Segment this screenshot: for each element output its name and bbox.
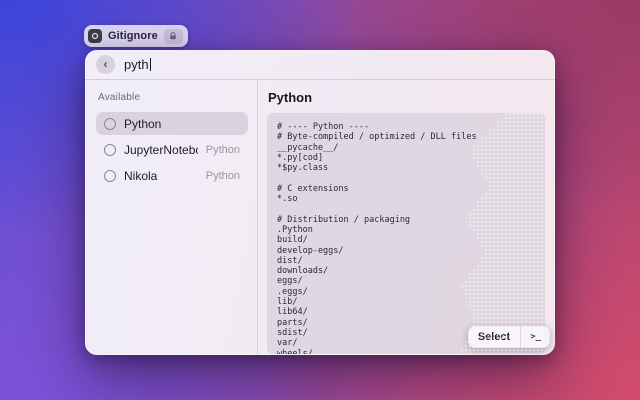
- gitignore-extension-icon: [88, 29, 102, 43]
- radio-unchecked-icon[interactable]: [104, 118, 116, 130]
- list-item-nikola[interactable]: Nikola Python: [96, 164, 248, 187]
- gitignore-window: ‹ pyth Available Python JupyterNotebooks…: [85, 50, 555, 355]
- chip-title: Gitignore: [108, 30, 158, 42]
- list-item-label: JupyterNotebooks: [124, 143, 198, 157]
- search-input[interactable]: pyth: [124, 57, 151, 72]
- chevron-left-icon: ‹: [104, 58, 108, 70]
- section-label: Available: [98, 92, 248, 103]
- lock-icon: [164, 29, 183, 44]
- search-input-value: pyth: [124, 57, 149, 72]
- list-item-python[interactable]: Python: [96, 112, 248, 135]
- list-item-label: Python: [124, 117, 232, 131]
- preview-panel: Python # ---- Python ---- # Byte-compile…: [258, 80, 555, 354]
- radio-unchecked-icon[interactable]: [104, 170, 116, 182]
- list-item-jupyternotebooks[interactable]: JupyterNotebooks Python: [96, 138, 248, 161]
- list-item-label: Nikola: [124, 169, 198, 183]
- list-item-secondary: Python: [206, 170, 240, 182]
- back-button[interactable]: ‹: [96, 55, 115, 74]
- radio-unchecked-icon[interactable]: [104, 144, 116, 156]
- window-title-chip: Gitignore: [84, 25, 188, 47]
- available-list-panel: Available Python JupyterNotebooks Python…: [85, 80, 258, 354]
- text-caret: [150, 58, 152, 71]
- preview-title: Python: [268, 90, 545, 105]
- gitignore-code-text: # ---- Python ---- # Byte-compiled / opt…: [267, 113, 545, 354]
- search-bar: ‹ pyth: [85, 50, 555, 80]
- list-item-secondary: Python: [206, 144, 240, 156]
- gitignore-code-block: # ---- Python ---- # Byte-compiled / opt…: [267, 113, 545, 354]
